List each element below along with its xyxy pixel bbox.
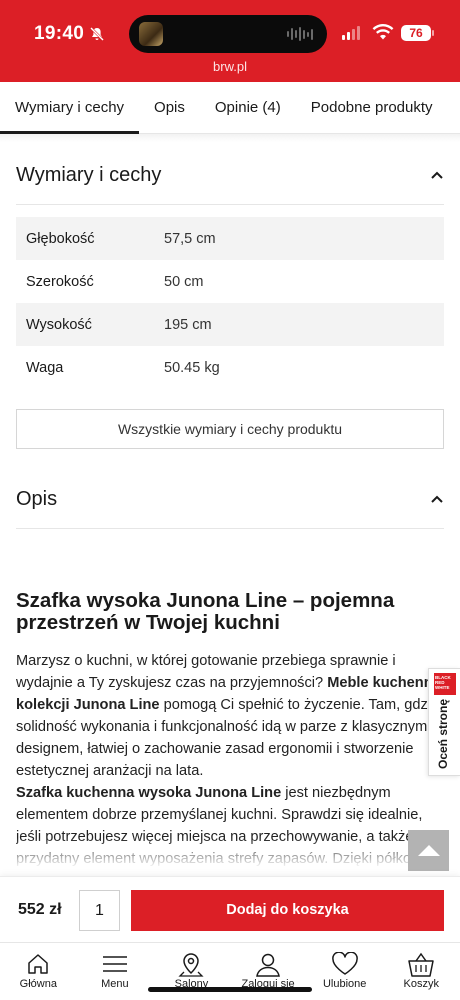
dynamic-island: [129, 15, 327, 53]
audio-wave-icon: [287, 27, 313, 41]
status-time: 19:40: [34, 23, 85, 44]
cellular-signal-icon: [342, 26, 360, 40]
spec-row: Szerokość 50 cm: [16, 260, 444, 303]
divider: [16, 528, 444, 529]
spec-value: 50 cm: [164, 273, 204, 290]
nav-menu[interactable]: Menu: [77, 943, 154, 1000]
spec-row: Głębokość 57,5 cm: [16, 217, 444, 260]
all-dimensions-button[interactable]: Wszystkie wymiary i cechy produktu: [16, 409, 444, 449]
desc-bold-text: Szafka kuchenna wysoka Junona Line: [16, 785, 282, 801]
nav-label: Główna: [19, 978, 57, 990]
now-playing-thumbnail: [139, 22, 163, 46]
product-tabs: Wymiary i cechy Opis Opinie (4) Podobne …: [0, 82, 460, 134]
scroll-to-top-button[interactable]: [408, 830, 449, 871]
divider: [16, 204, 444, 205]
tabs-shadow: [0, 134, 460, 142]
address-bar-url[interactable]: brw.pl: [0, 59, 460, 74]
product-price: 552 zł: [18, 901, 62, 918]
spec-name: Waga: [26, 359, 64, 376]
add-to-cart-button[interactable]: Dodaj do koszyka: [131, 890, 444, 931]
home-indicator[interactable]: [148, 987, 312, 992]
spec-name: Głębokość: [26, 230, 95, 247]
spec-value: 50.45 kg: [164, 359, 220, 376]
status-bar: 19:40 76 brw.pl: [0, 0, 460, 82]
brw-logo: BLACK RED WHITE: [434, 673, 456, 695]
nav-label: Menu: [101, 978, 129, 990]
chevron-up-icon: [431, 495, 443, 503]
nav-label: Ulubione: [322, 978, 367, 990]
tab-reviews[interactable]: Opinie (4): [200, 82, 296, 134]
rate-page-widget[interactable]: BLACK RED WHITE Oceń stronę: [428, 668, 460, 776]
spec-row: Wysokość 195 cm: [16, 303, 444, 346]
chevron-up-icon: [431, 171, 443, 179]
nav-cart[interactable]: Koszyk: [383, 943, 460, 1000]
spec-row: Waga 50.45 kg: [16, 346, 444, 389]
nav-favourites[interactable]: Ulubione: [306, 943, 383, 1000]
description-section-title: Opis: [16, 487, 58, 510]
spec-name: Wysokość: [26, 316, 92, 333]
tab-dimensions[interactable]: Wymiary i cechy: [0, 82, 140, 134]
dimensions-section-title: Wymiary i cechy: [16, 163, 162, 186]
description-section-header[interactable]: Opis: [16, 484, 444, 514]
tab-similar-products[interactable]: Podobne produkty: [296, 82, 448, 134]
user-icon: [256, 953, 280, 977]
basket-icon: [408, 952, 435, 977]
description-text: Marzysz o kuchni, w której gotowanie prz…: [16, 650, 446, 868]
bell-muted-icon: [89, 26, 105, 45]
nav-home[interactable]: Główna: [0, 943, 77, 1000]
quantity-input[interactable]: 1: [79, 890, 120, 931]
dimensions-section-header[interactable]: Wymiary i cechy: [16, 160, 444, 190]
home-icon: [28, 954, 49, 974]
rate-page-label: Oceń stronę: [436, 698, 450, 769]
spec-name: Szerokość: [26, 273, 94, 290]
heart-icon: [331, 952, 358, 975]
spec-value: 57,5 cm: [164, 230, 216, 247]
add-to-cart-bar: 552 zł 1 Dodaj do koszyka: [0, 876, 460, 942]
spec-value: 195 cm: [164, 316, 212, 333]
article-heading: Szafka wysoka Junona Line – pojemna prze…: [16, 589, 395, 634]
tab-description[interactable]: Opis: [139, 82, 200, 134]
battery-icon: 76: [401, 25, 434, 41]
nav-label: Koszyk: [403, 978, 439, 990]
location-pin-icon: [178, 953, 205, 977]
wifi-icon: [372, 23, 394, 46]
menu-icon: [102, 956, 127, 972]
